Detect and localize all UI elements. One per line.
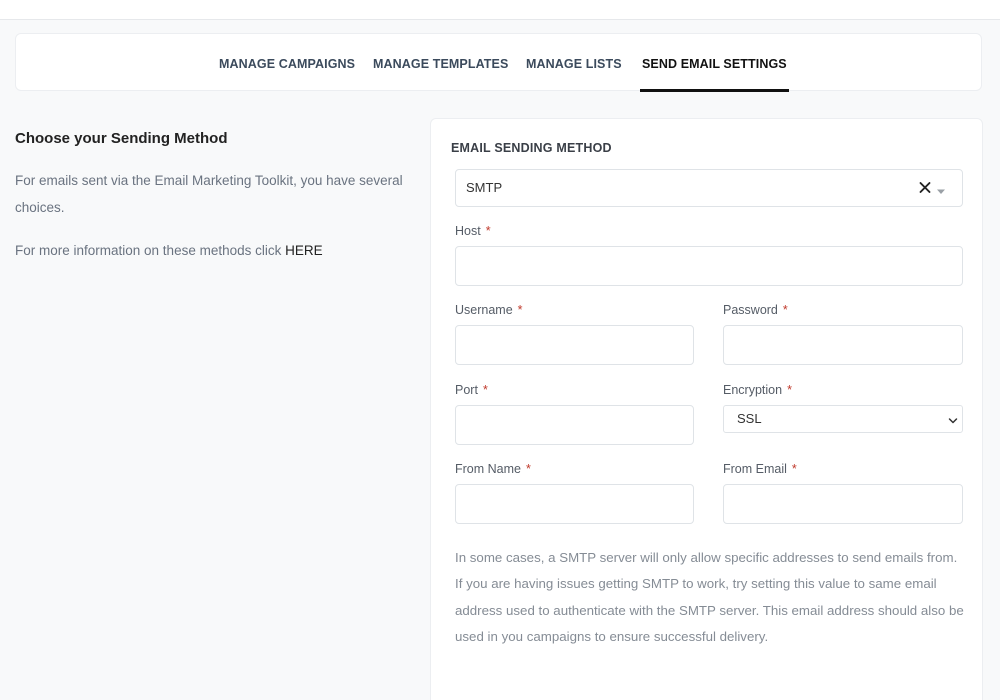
from-name-input[interactable] [455,484,694,524]
section-title: EMAIL SENDING METHOD [451,141,612,155]
tab-manage-campaigns[interactable]: MANAGE CAMPAIGNS [219,34,355,90]
from-email-label: From Email * [723,462,797,476]
close-icon[interactable] [916,178,936,198]
from-email-input[interactable] [723,484,963,524]
username-input[interactable] [455,325,694,365]
host-label: Host * [455,224,491,238]
password-label: Password * [723,303,788,317]
smtp-help-note: In some cases, a SMTP server will only a… [455,550,964,645]
sending-method-select[interactable]: SMTP [455,169,963,207]
port-label: Port * [455,383,488,397]
encryption-label: Encryption * [723,383,792,397]
more-info-link[interactable]: HERE [285,243,323,258]
more-info-text: For more information on these methods cl… [15,238,323,264]
caret-down-icon[interactable] [936,184,946,194]
sending-method-heading: Choose your Sending Method [15,130,228,147]
sending-method-value: SMTP [466,180,503,195]
username-label: Username * [455,303,523,317]
tab-manage-lists[interactable]: MANAGE LISTS [526,34,622,90]
password-input[interactable] [723,325,963,365]
chevron-down-icon [948,414,958,424]
tab-bar: MANAGE CAMPAIGNS MANAGE TEMPLATES MANAGE… [15,33,982,92]
tab-send-email-settings[interactable]: SEND EMAIL SETTINGS [640,34,789,92]
from-name-label: From Name * [455,462,531,476]
more-info-label: For more information on these methods cl… [15,243,286,258]
tab-manage-templates[interactable]: MANAGE TEMPLATES [373,34,508,90]
top-bar [0,0,1000,20]
port-input[interactable] [455,405,694,445]
sending-method-description: For emails sent via the Email Marketing … [15,173,403,215]
email-settings-form: EMAIL SENDING METHOD SMTP Host * Username… [430,118,983,700]
host-input[interactable] [455,246,963,286]
encryption-value: SSL [737,411,762,426]
encryption-select[interactable]: SSL [723,405,963,433]
